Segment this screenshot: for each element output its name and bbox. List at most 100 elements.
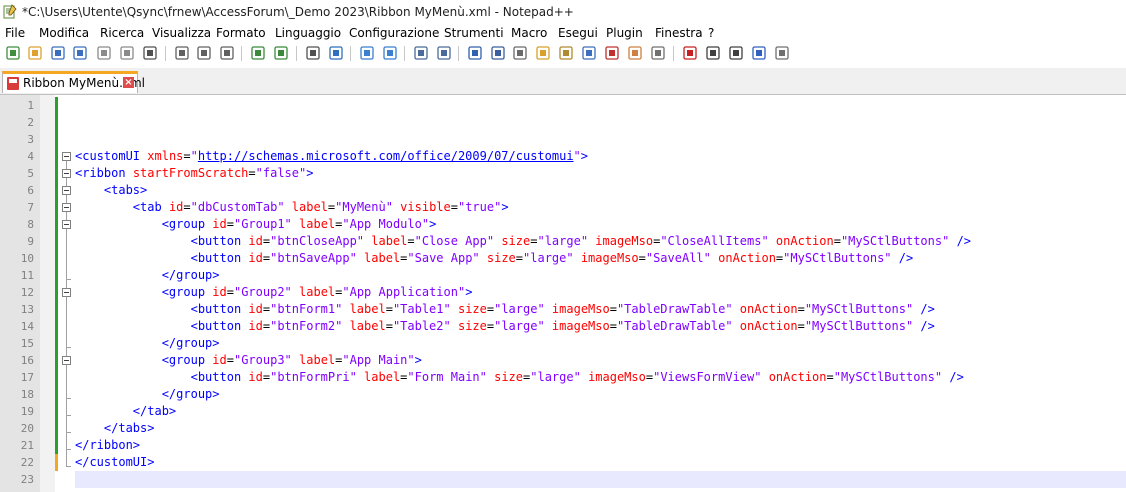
code-line[interactable]: <group id="Group1" label="App Modulo"> <box>75 216 437 233</box>
code-token: label <box>349 319 386 333</box>
code-token: </group> <box>161 268 220 282</box>
folder-workspace-icon[interactable] <box>627 45 643 61</box>
code-line[interactable]: </tabs> <box>75 420 155 437</box>
code-line[interactable]: </group> <box>75 335 220 352</box>
sync-horizontal-icon[interactable] <box>436 45 452 61</box>
code-token: /> <box>898 251 914 265</box>
menu-macro[interactable]: Macro <box>511 26 547 40</box>
sync-vertical-icon[interactable] <box>413 45 429 61</box>
code-line[interactable]: </group> <box>75 267 220 284</box>
line-number: 5 <box>27 167 34 180</box>
menu-linguaggio[interactable]: Linguaggio <box>275 26 341 40</box>
doc-map-icon[interactable] <box>558 45 574 61</box>
code-token: "App Modulo" <box>342 217 430 231</box>
menu-file[interactable]: File <box>5 26 25 40</box>
code-token: "Table1" <box>392 302 451 316</box>
fold-end-marker <box>66 398 71 399</box>
monitoring-icon[interactable] <box>650 45 666 61</box>
code-line[interactable]: <tab id="dbCustomTab" label="MyMenù" vis… <box>75 199 509 216</box>
code-line[interactable]: <group id="Group3" label="App Main"> <box>75 352 422 369</box>
paste-icon[interactable] <box>219 45 235 61</box>
code-line[interactable]: </group> <box>75 386 220 403</box>
doc-list-icon[interactable] <box>581 45 597 61</box>
tab-ribbon-mymenu[interactable]: Ribbon MyMenù.xml × <box>2 71 145 93</box>
code-token: "dbCustomTab" <box>190 200 285 214</box>
close-icon[interactable] <box>96 45 112 61</box>
menu-strumenti[interactable]: Strumenti <box>444 26 504 40</box>
menu-modifica[interactable]: Modifica <box>39 26 89 40</box>
fold-toggle-icon[interactable] <box>62 288 71 297</box>
code-line[interactable]: <group id="Group2" label="App Applicatio… <box>75 284 473 301</box>
zoom-in-icon[interactable] <box>359 45 375 61</box>
save-macro-icon[interactable] <box>774 45 790 61</box>
code-token: id <box>168 200 184 214</box>
code-token: label <box>299 353 336 367</box>
code-token: = <box>262 251 271 265</box>
function-list-icon[interactable] <box>604 45 620 61</box>
fold-toggle-icon[interactable] <box>62 203 71 212</box>
fold-toggle-icon[interactable] <box>62 220 71 229</box>
undo-icon[interactable] <box>250 45 266 61</box>
code-token: /> <box>920 319 935 333</box>
indent-guide-icon[interactable] <box>512 45 528 61</box>
menu-ricerca[interactable]: Ricerca <box>100 26 144 40</box>
code-token: /> <box>920 302 935 316</box>
menu-help[interactable]: ? <box>708 26 714 40</box>
open-file-icon[interactable] <box>27 45 43 61</box>
title-bar: *C:\Users\Utente\Qsync\frnew\AccessForum… <box>0 0 1126 24</box>
code-line[interactable]: <button id="btnSaveApp" label="Save App"… <box>75 250 914 267</box>
code-line[interactable]: <button id="btnCloseApp" label="Close Ap… <box>75 233 971 250</box>
menu-esegui[interactable]: Esegui <box>558 26 598 40</box>
code-line[interactable]: <customUI xmlns="http://schemas.microsof… <box>75 148 588 165</box>
play-macro-icon[interactable] <box>728 45 744 61</box>
save-icon[interactable] <box>50 45 66 61</box>
code-line[interactable]: <button id="btnFormPri" label="Form Main… <box>75 369 964 386</box>
find-icon[interactable] <box>305 45 321 61</box>
editor[interactable]: 1 2 3 4 <customUI xmlns="http://schemas.micr… <box>0 95 1126 492</box>
fold-toggle-icon[interactable] <box>62 152 71 161</box>
code-line[interactable]: </ribbon> <box>75 437 140 454</box>
menu-formato[interactable]: Formato <box>216 26 266 40</box>
code-token: imageMso <box>595 234 654 248</box>
line-number: 8 <box>27 218 34 231</box>
word-wrap-icon[interactable] <box>467 45 483 61</box>
menu-visualizza[interactable]: Visualizza <box>152 26 211 40</box>
zoom-out-icon[interactable] <box>382 45 398 61</box>
show-all-chars-icon[interactable] <box>490 45 506 61</box>
menu-finestra[interactable]: Finestra <box>655 26 703 40</box>
menu-configurazione[interactable]: Configurazione <box>349 26 439 40</box>
fold-toggle-icon[interactable] <box>62 169 71 178</box>
cut-icon[interactable] <box>174 45 190 61</box>
code-token: visible <box>400 200 451 214</box>
save-all-icon[interactable] <box>72 45 88 61</box>
code-line[interactable]: </tab> <box>75 403 176 420</box>
fold-toggle-icon[interactable] <box>62 186 71 195</box>
udl-icon[interactable] <box>535 45 551 61</box>
fold-toggle-icon[interactable] <box>62 356 71 365</box>
code-token: = <box>407 234 415 248</box>
close-tab-icon[interactable]: × <box>123 77 134 88</box>
code-line[interactable]: <ribbon startFromScratch="false"> <box>75 165 313 182</box>
copy-icon[interactable] <box>196 45 212 61</box>
notepadpp-logo-icon <box>3 4 17 19</box>
replace-icon[interactable] <box>328 45 344 61</box>
print-icon[interactable] <box>142 45 158 61</box>
new-file-icon[interactable] <box>5 45 21 61</box>
redo-icon[interactable] <box>273 45 289 61</box>
stop-record-icon[interactable] <box>705 45 721 61</box>
menu-plugin[interactable]: Plugin <box>606 26 643 40</box>
run-macro-multiple-icon[interactable] <box>751 45 767 61</box>
code-line[interactable]: <button id="btnForm1" label="Table1" siz… <box>75 301 935 318</box>
close-all-icon[interactable] <box>119 45 135 61</box>
code-line[interactable]: <tabs> <box>75 182 147 199</box>
record-macro-icon[interactable] <box>682 45 698 61</box>
code-line[interactable]: </customUI> <box>75 454 154 471</box>
code-token: "Save App" <box>407 251 480 265</box>
code-line[interactable]: <button id="btnForm2" label="Table2" siz… <box>75 318 935 335</box>
